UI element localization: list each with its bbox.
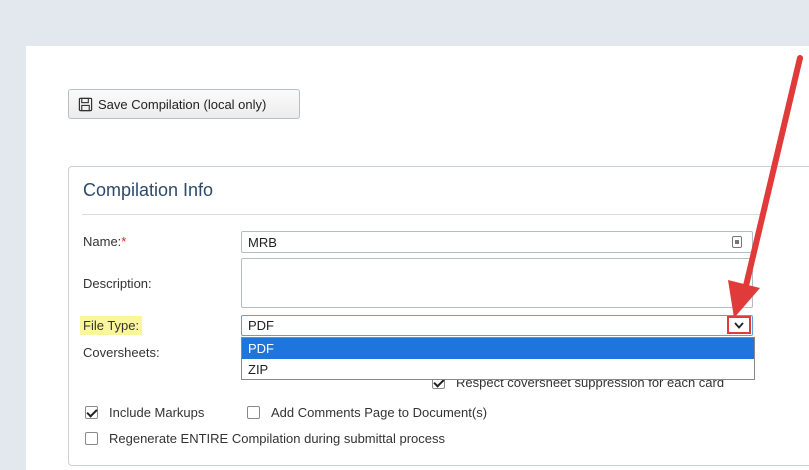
red-arrow-annotation — [728, 55, 803, 318]
